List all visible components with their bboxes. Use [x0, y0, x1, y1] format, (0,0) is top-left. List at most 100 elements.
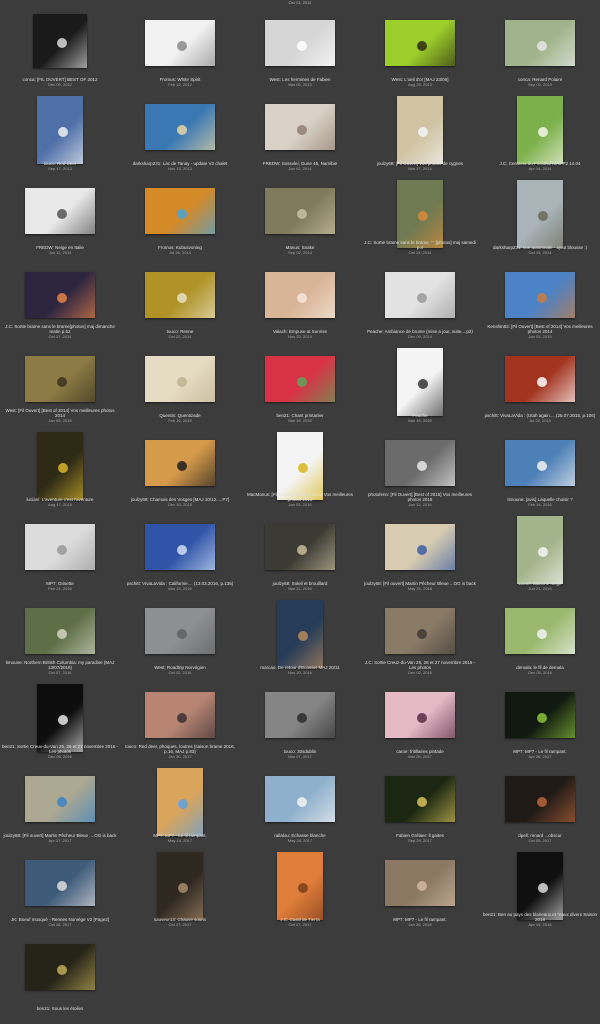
photo-title[interactable]: timoune: Northern British Columbia: my p…: [6, 660, 115, 670]
photo-caption[interactable]: MP7: Grisette Feb 24, 2016: [2, 581, 118, 591]
gallery-item[interactable]: West: [Fil Ouvert] [Best of 2014] Vos me…: [0, 342, 120, 426]
gallery-item[interactable]: J.C: Castil de Tierra Oct 17, 2017: [240, 846, 360, 930]
photo-thumbnail[interactable]: [145, 692, 215, 738]
photo-thumbnail[interactable]: [145, 188, 215, 234]
gallery-item[interactable]: sauveur13: Chauve souris Oct 17, 2017: [120, 846, 240, 930]
gallery-item[interactable]: Valach: Empuse at Sunrise Nov 22, 2014: [240, 258, 360, 342]
gallery-item[interactable]: Kenshin83: [Fil Ouvert] [Best of 2014] V…: [480, 258, 600, 342]
photo-caption[interactable]: MP7: MP7 - Le fil rampant. Jan 26, 2018: [362, 917, 478, 927]
photo-caption[interactable]: pschitt: VivaLaVida : Californie.... (13…: [122, 581, 238, 591]
photo-caption[interactable]: Fromus: White Spirit Feb 12, 2012: [122, 77, 238, 87]
photo-caption[interactable]: joulzy68: Soleil et brouillard Mar 21, 20…: [242, 581, 358, 591]
photo-thumbnail[interactable]: [265, 104, 335, 150]
photo-title[interactable]: photofenn: [Fil Ouvert] [Best of 2015] V…: [368, 492, 472, 502]
gallery-item[interactable]: touco: Renne Oct 22, 2014: [120, 258, 240, 342]
photo-caption[interactable]: timoune: [avis] Laquelle choisir ? Feb 14…: [482, 497, 598, 507]
photo-caption[interactable]: J.C: Sortie brame sans le brame ¨¨¨ [pho…: [362, 240, 478, 255]
gallery-item[interactable]: dpell: renard ...obscur Oct 05, 2017: [480, 762, 600, 846]
photo-thumbnail[interactable]: [397, 96, 443, 164]
gallery-item[interactable]: West: Roadtrip Norvégien Oct 12, 2016: [120, 594, 240, 678]
photo-thumbnail[interactable]: [385, 524, 455, 570]
photo-caption[interactable]: FREDW: Neige en Italie Jun 11, 2014: [2, 245, 118, 255]
photo-thumbnail[interactable]: [385, 692, 455, 738]
gallery-item[interactable]: caroe: fritillaires pintade Mar 26, 2017: [360, 678, 480, 762]
photo-thumbnail[interactable]: [265, 776, 335, 822]
photo-thumbnail[interactable]: [505, 608, 575, 654]
photo-caption[interactable]: Peache Mar 18, 2015: [362, 413, 478, 423]
photo-thumbnail[interactable]: [145, 272, 215, 318]
photo-caption[interactable]: touco: Renne Oct 22, 2014: [122, 329, 238, 339]
photo-caption[interactable]: J.C: Sortie Creuz-du-Van 25, 26 et 27 no…: [362, 660, 478, 675]
gallery-item[interactable]: MacManus: [Fil Ouvert] [Best of 2015] Vo…: [240, 426, 360, 510]
gallery-item[interactable]: Peache Mar 18, 2015: [360, 342, 480, 426]
photo-thumbnail[interactable]: [397, 348, 443, 416]
photo-caption[interactable]: FREDW: Sossvlei, Dune 45, Namibie Jan 02,…: [242, 161, 358, 171]
photo-caption[interactable]: caroe: fritillaires pintade Mar 26, 2017: [362, 749, 478, 759]
photo-thumbnail[interactable]: [145, 524, 215, 570]
photo-caption[interactable]: MP7: MP7 - Le fil rampant. May 14, 2017: [122, 833, 238, 843]
photo-caption[interactable]: West: Roadtrip Norvégien Oct 12, 2016: [122, 665, 238, 675]
gallery-item[interactable]: J.C: Cerisiers du Frickthal MAJ P2 14.04…: [480, 90, 600, 174]
photo-thumbnail[interactable]: [25, 524, 95, 570]
photo-caption[interactable]: rallalou: Echasse blanche May 24, 2017: [242, 833, 358, 843]
photo-caption[interactable]: J.C: Cerisiers du Frickthal MAJ P2 14.04…: [482, 161, 598, 171]
photo-caption[interactable]: MacManus: [Fil Ouvert] [Best of 2015] Vo…: [242, 492, 358, 507]
gallery-item[interactable]: MP7: MP7 - Le fil rampant. May 14, 2017: [120, 762, 240, 846]
photo-caption[interactable]: West: Les hermines de Fabien Mar 05, 2013: [242, 77, 358, 87]
photo-thumbnail[interactable]: [397, 180, 443, 248]
gallery-item[interactable]: joulzy68: Chamois des Vosges [MAJ 10/12.…: [120, 426, 240, 510]
photo-caption[interactable]: darksharp231: Lac de Tanay - update V2 c…: [122, 161, 238, 171]
gallery-item[interactable]: Fromus: White Spirit Feb 12, 2012: [120, 6, 240, 90]
gallery-item[interactable]: MP7: Grisette Feb 24, 2016: [0, 510, 120, 594]
gallery-item[interactable]: touco: Red Deer Sep 17, 2013: [0, 90, 120, 174]
photo-thumbnail[interactable]: [33, 14, 87, 68]
photo-thumbnail[interactable]: [385, 272, 455, 318]
gallery-item[interactable]: West: L'oeil d'or [MAJ 23/06] Aug 25, 201…: [360, 6, 480, 90]
photo-caption[interactable]: West: [Fil Ouvert] [Best of 2014] Vos me…: [2, 408, 118, 423]
photo-thumbnail[interactable]: [385, 440, 455, 486]
gallery-item[interactable]: Peache: Ambiance de brume (mise a jour, …: [360, 258, 480, 342]
photo-caption[interactable]: West: L'oeil d'or [MAJ 23/06] Aug 25, 201…: [362, 77, 478, 87]
photo-thumbnail[interactable]: [265, 692, 335, 738]
photo-caption[interactable]: joulzy68: [Fil Ouvert] Vos photos de cyg…: [362, 161, 478, 171]
gallery-item[interactable]: joulzy68: [Fil ouvert] Martin Pêcheur Bl…: [360, 510, 480, 594]
photo-thumbnail[interactable]: [145, 608, 215, 654]
gallery-item[interactable]: joulzy68: Soleil et brouillard Mar 21, 20…: [240, 510, 360, 594]
photo-thumbnail[interactable]: [517, 516, 563, 584]
photo-caption[interactable]: touco: Red deer, phoques, loutres (saiso…: [122, 744, 238, 759]
photo-thumbnail[interactable]: [517, 852, 563, 920]
photo-thumbnail[interactable]: [145, 440, 215, 486]
gallery-item[interactable]: FREDW: Sossvlei, Dune 45, Namibie Jan 02,…: [240, 90, 360, 174]
gallery-item[interactable]: timoune: [avis] Laquelle choisir ? Feb 14…: [480, 426, 600, 510]
gallery-item[interactable]: ben21: Sous les étoiles: [0, 930, 120, 1014]
gallery-item[interactable]: ben21: Chant printanier Mar 16, 2015: [240, 342, 360, 426]
photo-caption[interactable]: ben21: Chant printanier Mar 16, 2015: [242, 413, 358, 423]
photo-title[interactable]: Kenshin83: [Fil Ouvert] [Best of 2014] V…: [487, 324, 592, 334]
photo-title[interactable]: ben21: Sortie Creux-du-Van 25, 26 et 27 …: [2, 744, 118, 754]
photo-thumbnail[interactable]: [265, 524, 335, 570]
gallery-item[interactable]: timoune: Northern British Columbia: my p…: [0, 594, 120, 678]
photo-caption[interactable]: demala: le fil de demala Dec 05, 2016: [482, 665, 598, 675]
photo-caption[interactable]: conca: [FIL OUVERT] BEST OF 2012 Dec 09, …: [2, 77, 118, 87]
photo-caption[interactable]: timoune: Northern British Columbia: my p…: [2, 660, 118, 675]
photo-thumbnail[interactable]: [37, 684, 83, 752]
photo-thumbnail[interactable]: [265, 272, 335, 318]
photo-thumbnail[interactable]: [145, 104, 215, 150]
gallery-item[interactable]: FREDW: Neige en Italie Jun 11, 2014: [0, 174, 120, 258]
photo-thumbnail[interactable]: [505, 356, 575, 402]
gallery-item[interactable]: ben21: Sortie Creux-du-Van 25, 26 et 27 …: [0, 678, 120, 762]
photo-caption[interactable]: joulzy68: [Fil ouvert] Martin Pêcheur Bl…: [2, 833, 118, 843]
photo-thumbnail[interactable]: [385, 20, 455, 66]
photo-caption[interactable]: luciani: L'aventure c'est l'aventure Aug …: [2, 497, 118, 507]
photo-thumbnail[interactable]: [517, 180, 563, 248]
photo-caption[interactable]: ben21: Sous les étoiles: [2, 1006, 118, 1011]
gallery-item[interactable]: pschitt: VivaLaVida : Californie.... (13…: [120, 510, 240, 594]
photo-caption[interactable]: conca: Renard Polaire Sep 03, 2013: [482, 77, 598, 87]
gallery-item[interactable]: West: Les hermines de Fabien Mar 05, 2013: [240, 6, 360, 90]
gallery-item[interactable]: J.C: Sortie brame sans le brame ¨¨¨ [pho…: [360, 174, 480, 258]
photo-caption[interactable]: Lionel: Blanche neige Jun 21, 2016: [482, 581, 598, 591]
gallery-item[interactable]: MP7: MP7 - Le fil rampant. Jan 26, 2018: [360, 846, 480, 930]
photo-thumbnail[interactable]: [385, 776, 455, 822]
photo-caption[interactable]: marcao: De retour d'Ecosse! MAJ 20/11 Nov…: [242, 665, 358, 675]
photo-caption[interactable]: J.C: Castil de Tierra Oct 17, 2017: [242, 917, 358, 927]
